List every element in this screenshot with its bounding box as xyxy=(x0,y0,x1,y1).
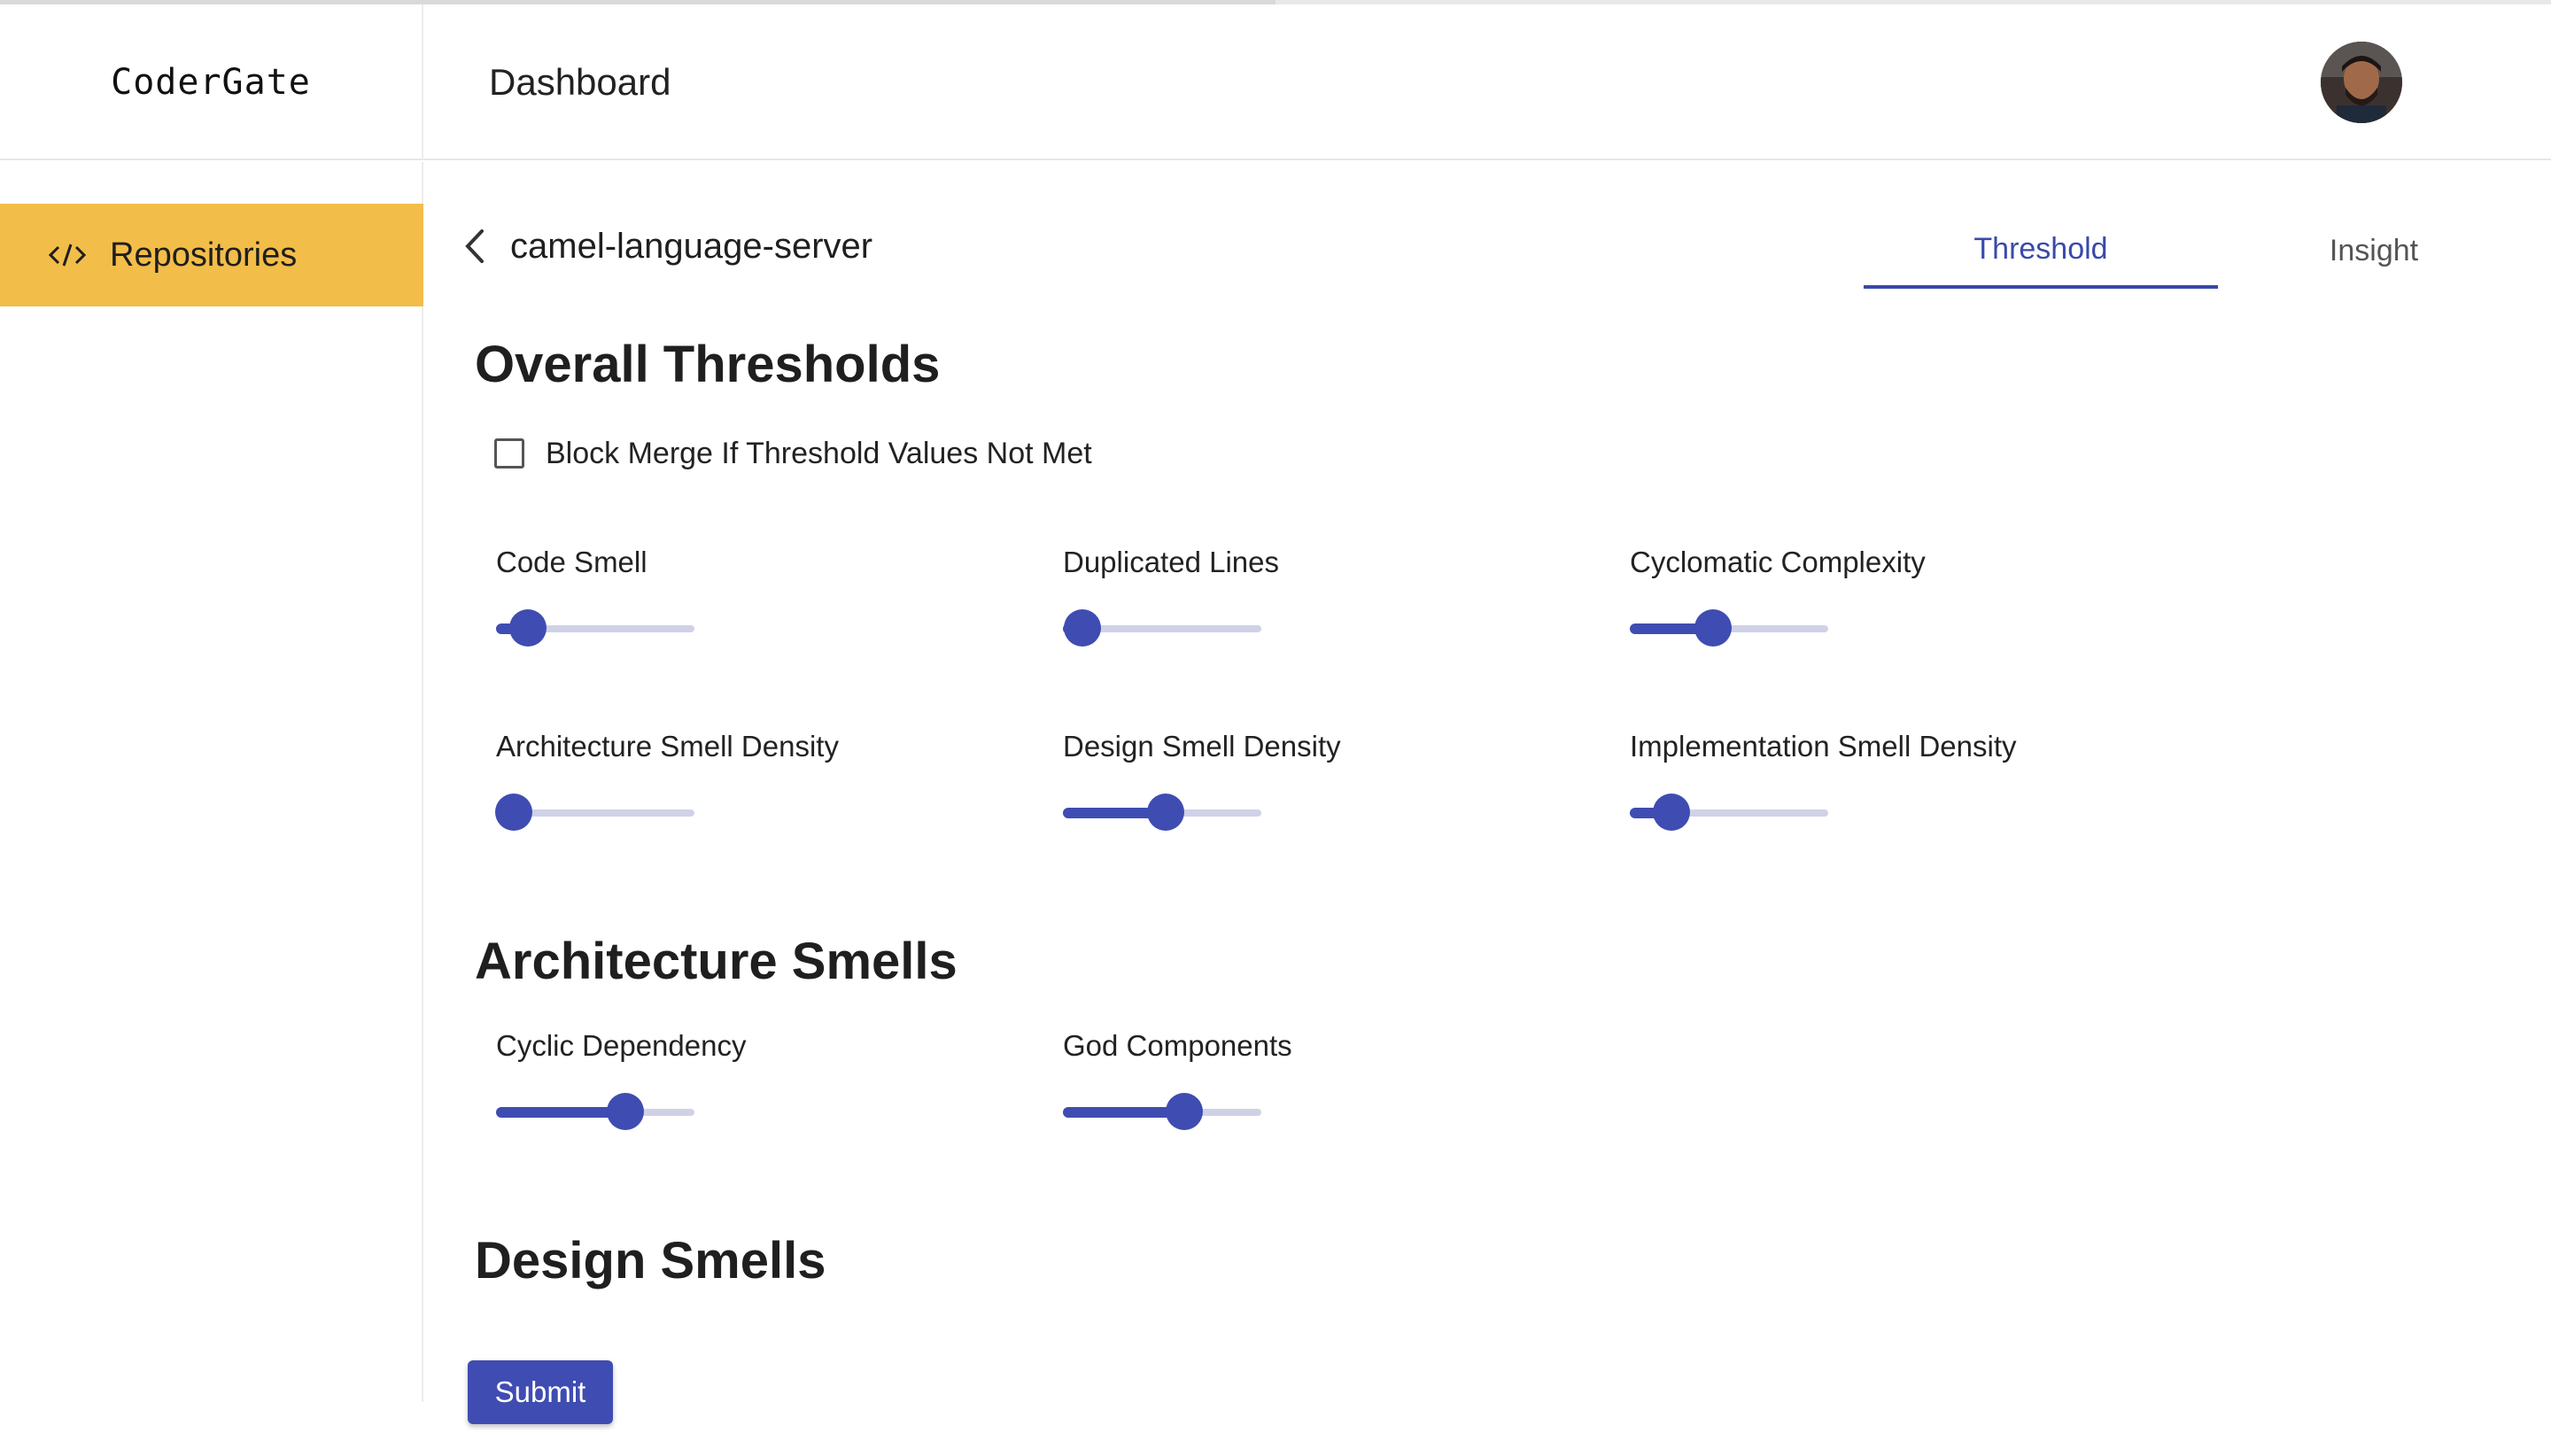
slider-label: Cyclic Dependency xyxy=(496,1029,747,1062)
slider-label: Design Smell Density xyxy=(1063,730,1341,763)
slider-thumb[interactable] xyxy=(509,609,547,647)
slider-thumb[interactable] xyxy=(1166,1093,1203,1130)
section-title-overall: Overall Thresholds xyxy=(475,336,941,393)
slider-label: Implementation Smell Density xyxy=(1630,730,2017,763)
slider-label: Duplicated Lines xyxy=(1063,546,1279,578)
slider-group-cyclic-dependency: Cyclic Dependency xyxy=(496,1029,992,1132)
slider-group-cyclomatic-complexity: Cyclomatic Complexity xyxy=(1630,546,2126,648)
cyclomatic-complexity-slider[interactable] xyxy=(1630,609,1828,648)
slider-label: Code Smell xyxy=(496,546,647,578)
block-merge-checkbox[interactable] xyxy=(494,438,524,469)
block-merge-option: Block Merge If Threshold Values Not Met xyxy=(494,432,1092,475)
slider-group-god-components: God Components xyxy=(1063,1029,1559,1132)
slider-thumb[interactable] xyxy=(1147,794,1184,831)
submit-button[interactable]: Submit xyxy=(468,1360,613,1424)
code-smell-slider[interactable] xyxy=(496,609,694,648)
slider-group-architecture-smell-density: Architecture Smell Density xyxy=(495,730,992,833)
slider-label: God Components xyxy=(1063,1029,1292,1062)
slider-thumb[interactable] xyxy=(607,1093,644,1130)
slider-group-design-smell-density: Design Smell Density xyxy=(1063,730,1559,833)
code-icon xyxy=(48,244,87,267)
page-title: Dashboard xyxy=(489,61,671,103)
repo-name: camel-language-server xyxy=(510,226,873,266)
sidebar: Repositories xyxy=(0,162,423,1402)
slider-thumb[interactable] xyxy=(495,794,532,831)
implementation-smell-density-slider[interactable] xyxy=(1630,794,1828,833)
slider-thumb[interactable] xyxy=(1694,609,1732,647)
user-avatar[interactable] xyxy=(2321,42,2402,123)
sidebar-item-label: Repositories xyxy=(110,236,298,274)
architecture-smell-density-slider[interactable] xyxy=(495,794,694,833)
slider-thumb[interactable] xyxy=(1653,794,1690,831)
tab-insight[interactable]: Insight xyxy=(2197,213,2551,289)
slider-group-duplicated-lines: Duplicated Lines xyxy=(1063,546,1559,648)
section-title-design: Design Smells xyxy=(475,1232,826,1289)
god-components-slider[interactable] xyxy=(1063,1093,1261,1132)
tab-threshold[interactable]: Threshold xyxy=(1864,213,2218,289)
app-header: CoderGate Dashboard xyxy=(0,4,2551,160)
slider-label: Cyclomatic Complexity xyxy=(1630,546,1926,578)
brand-logo[interactable]: CoderGate xyxy=(0,4,423,160)
cyclic-dependency-slider[interactable] xyxy=(496,1093,694,1132)
block-merge-label: Block Merge If Threshold Values Not Met xyxy=(546,436,1092,470)
design-smell-density-slider[interactable] xyxy=(1063,794,1261,833)
section-title-architecture: Architecture Smells xyxy=(475,933,958,990)
sidebar-item-repositories[interactable]: Repositories xyxy=(0,204,423,306)
slider-label: Architecture Smell Density xyxy=(496,730,839,763)
duplicated-lines-slider[interactable] xyxy=(1063,609,1261,648)
avatar-image xyxy=(2321,42,2402,123)
slider-thumb[interactable] xyxy=(1064,609,1101,647)
chevron-left-icon[interactable] xyxy=(462,228,489,265)
slider-group-implementation-smell-density: Implementation Smell Density xyxy=(1630,730,2126,833)
slider-group-code-smell: Code Smell xyxy=(496,546,992,648)
repo-header: camel-language-server xyxy=(462,221,872,271)
